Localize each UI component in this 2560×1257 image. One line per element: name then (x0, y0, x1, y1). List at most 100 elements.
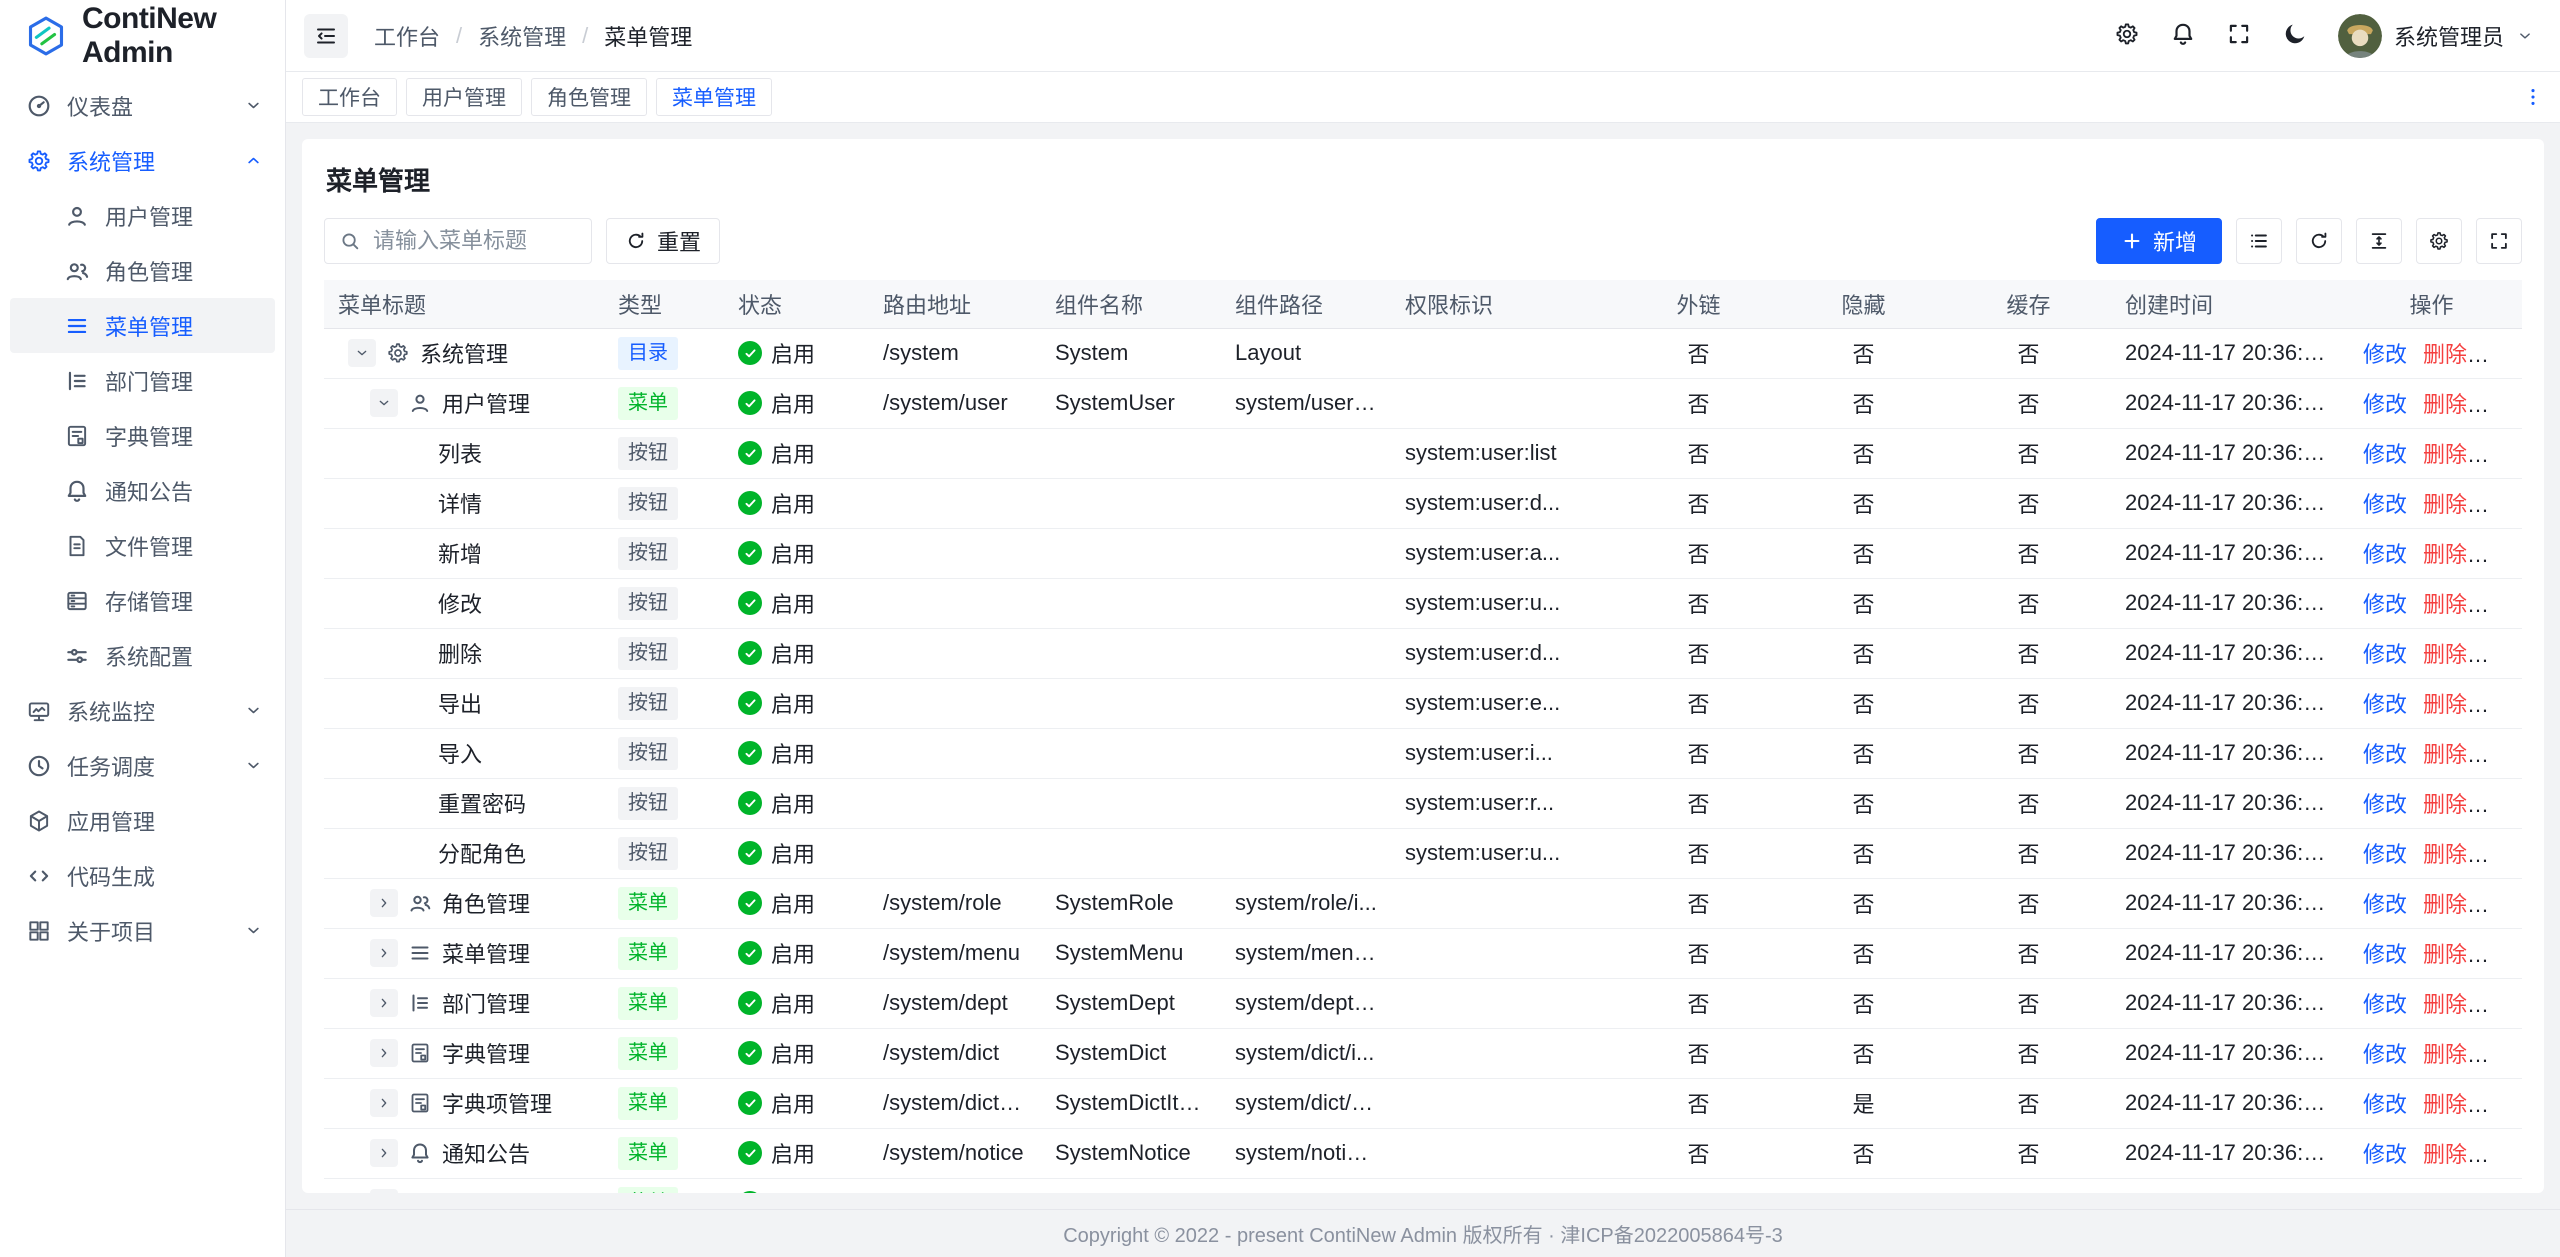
delete-link[interactable]: 删除 (2423, 642, 2467, 667)
sidebar-item-dict[interactable]: 字典管理 (10, 408, 275, 463)
tab-3[interactable]: 菜单管理 (656, 78, 772, 116)
delete-link[interactable]: 删除 (2423, 992, 2467, 1017)
check-icon (738, 441, 762, 465)
fullscreen-button[interactable] (2226, 21, 2252, 50)
cell: system:user:d... (1391, 628, 1616, 678)
row-density-button[interactable] (2356, 218, 2402, 264)
edit-link[interactable]: 修改 (2363, 1142, 2407, 1167)
edit-link[interactable]: 修改 (2363, 942, 2407, 967)
table-fullscreen-button[interactable] (2476, 218, 2522, 264)
delete-link[interactable]: 删除 (2423, 492, 2467, 517)
yes-no-badge: 否 (1852, 692, 1874, 717)
cell: 修改删除新增 (2341, 428, 2522, 478)
delete-link[interactable]: 删除 (2423, 692, 2467, 717)
cell (869, 428, 1041, 478)
cell: 修改 (324, 578, 604, 628)
delete-link[interactable]: 删除 (2423, 1042, 2467, 1067)
sidebar-item-user[interactable]: 用户管理 (10, 188, 275, 243)
delete-link[interactable]: 删除 (2423, 1092, 2467, 1117)
delete-link[interactable]: 删除 (2423, 742, 2467, 767)
type-badge: 菜单 (618, 1037, 678, 1070)
edit-link[interactable]: 修改 (2363, 642, 2407, 667)
edit-link[interactable]: 修改 (2363, 992, 2407, 1017)
edit-link[interactable]: 修改 (2363, 892, 2407, 917)
refresh-table-button[interactable] (2296, 218, 2342, 264)
sidebar-item-menu[interactable]: 菜单管理 (10, 298, 275, 353)
sidebar-item-system[interactable]: 系统管理 (10, 133, 275, 188)
settings-button[interactable] (2114, 21, 2140, 50)
cell: 2024-11-17 20:36:27 (2111, 1128, 2341, 1178)
tab-0[interactable]: 工作台 (302, 78, 397, 116)
sidebar-item-notice[interactable]: 通知公告 (10, 463, 275, 518)
edit-link[interactable]: 修改 (2363, 1092, 2407, 1117)
delete-link[interactable]: 删除 (2423, 892, 2467, 917)
sidebar-item-monitor[interactable]: 系统监控 (10, 683, 275, 738)
expand-toggle[interactable] (348, 339, 376, 367)
user-menu[interactable]: 系统管理员 (2338, 14, 2534, 58)
sidebar-item-dashboard[interactable]: 仪表盘 (10, 78, 275, 133)
delete-link[interactable]: 删除 (2423, 942, 2467, 967)
sidebar-item-label: 存储管理 (105, 585, 263, 617)
breadcrumb-item[interactable]: 系统管理 (478, 20, 566, 52)
tab-more-icon[interactable] (2522, 86, 2544, 108)
tab-1[interactable]: 用户管理 (406, 78, 522, 116)
expand-toggle[interactable] (370, 1039, 398, 1067)
cell: 按钮 (604, 478, 724, 528)
column-settings-button[interactable] (2416, 218, 2462, 264)
delete-link[interactable]: 删除 (2423, 592, 2467, 617)
cell: 按钮 (604, 728, 724, 778)
breadcrumb: 工作台 / 系统管理 / 菜单管理 (374, 20, 692, 52)
delete-link[interactable]: 删除 (2423, 442, 2467, 467)
sidebar-item-schedule[interactable]: 任务调度 (10, 738, 275, 793)
sidebar-item-about[interactable]: 关于项目 (10, 903, 275, 958)
cell: 启用 (724, 528, 869, 578)
expand-toggle[interactable] (370, 1139, 398, 1167)
sidebar-item-role[interactable]: 角色管理 (10, 243, 275, 298)
sidebar-item-app-manage[interactable]: 应用管理 (10, 793, 275, 848)
expand-rows-button[interactable] (2236, 218, 2282, 264)
add-button[interactable]: 新增 (2096, 218, 2222, 264)
edit-link[interactable]: 修改 (2363, 742, 2407, 767)
edit-link[interactable]: 修改 (2363, 542, 2407, 567)
edit-link[interactable]: 修改 (2363, 1192, 2407, 1193)
delete-link[interactable]: 删除 (2423, 792, 2467, 817)
sidebar-item-dept[interactable]: 部门管理 (10, 353, 275, 408)
breadcrumb-item[interactable]: 工作台 (374, 20, 440, 52)
expand-toggle[interactable] (370, 989, 398, 1017)
expand-toggle[interactable] (370, 1089, 398, 1117)
edit-link[interactable]: 修改 (2363, 492, 2407, 517)
delete-link[interactable]: 删除 (2423, 1142, 2467, 1167)
dashboard-icon (26, 93, 52, 119)
edit-link[interactable]: 修改 (2363, 1042, 2407, 1067)
collapse-sidebar-button[interactable] (304, 14, 348, 58)
expand-toggle[interactable] (370, 1189, 398, 1193)
edit-link[interactable]: 修改 (2363, 442, 2407, 467)
edit-link[interactable]: 修改 (2363, 842, 2407, 867)
delete-link[interactable]: 删除 (2423, 1192, 2467, 1193)
delete-link[interactable]: 删除 (2423, 342, 2467, 367)
expand-toggle[interactable] (370, 889, 398, 917)
edit-link[interactable]: 修改 (2363, 792, 2407, 817)
dark-mode-button[interactable] (2282, 21, 2308, 50)
notifications-button[interactable] (2170, 21, 2196, 50)
edit-link[interactable]: 修改 (2363, 342, 2407, 367)
tab-2[interactable]: 角色管理 (531, 78, 647, 116)
cell: 导出 (324, 678, 604, 728)
edit-link[interactable]: 修改 (2363, 692, 2407, 717)
edit-link[interactable]: 修改 (2363, 592, 2407, 617)
sidebar-item-file[interactable]: 文件管理 (10, 518, 275, 573)
sliders-icon (64, 643, 90, 669)
expand-toggle[interactable] (370, 939, 398, 967)
sidebar-item-config[interactable]: 系统配置 (10, 628, 275, 683)
delete-link[interactable]: 删除 (2423, 542, 2467, 567)
cell: system:user:a... (1391, 528, 1616, 578)
edit-link[interactable]: 修改 (2363, 392, 2407, 417)
delete-link[interactable]: 删除 (2423, 392, 2467, 417)
reset-button[interactable]: 重置 (606, 218, 720, 264)
sidebar-item-codegen[interactable]: 代码生成 (10, 848, 275, 903)
search-input[interactable] (371, 227, 577, 255)
sidebar-item-storage[interactable]: 存储管理 (10, 573, 275, 628)
cell (869, 678, 1041, 728)
delete-link[interactable]: 删除 (2423, 842, 2467, 867)
expand-toggle[interactable] (370, 389, 398, 417)
